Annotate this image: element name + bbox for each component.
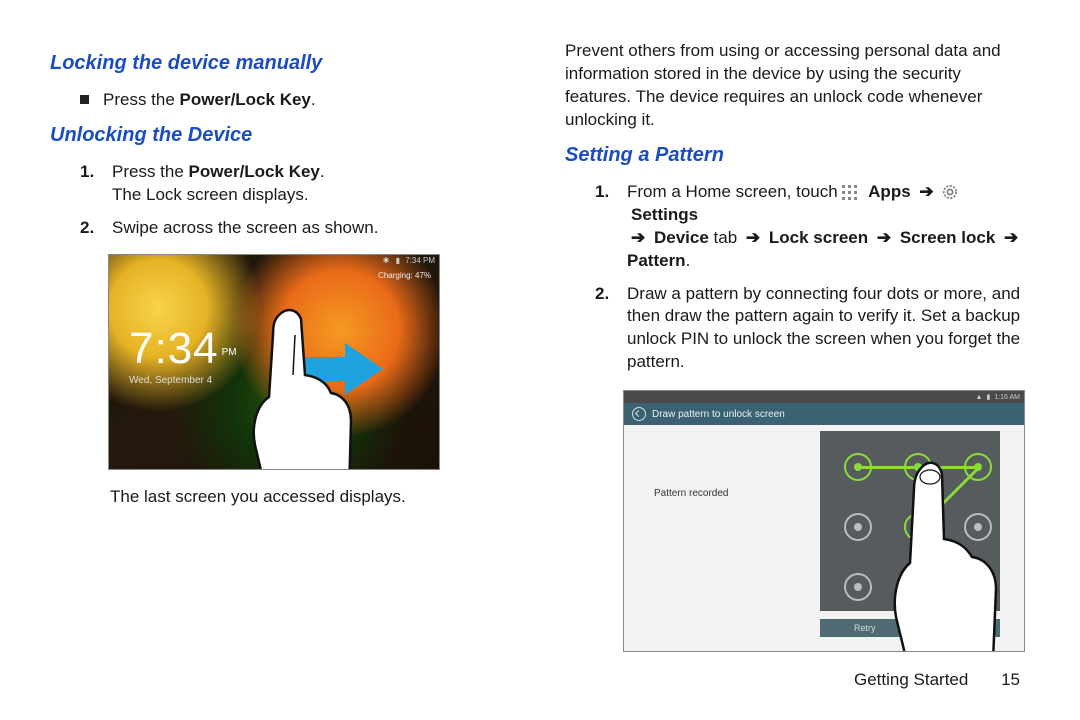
text-fragment: . <box>320 162 325 181</box>
clock-time: 7:34 <box>129 324 219 373</box>
arrow-icon: ➔ <box>1000 228 1022 247</box>
clock-ampm: PM <box>222 347 237 358</box>
right-column: Prevent others from using or accessing p… <box>565 40 1030 660</box>
text-bold: Screen lock <box>900 228 995 247</box>
arrow-icon: ➔ <box>742 228 764 247</box>
text-fragment: From a Home screen, touch <box>627 182 842 201</box>
step-text: Swipe across the screen as shown. <box>112 217 378 240</box>
footer-page-number: 15 <box>1001 670 1020 689</box>
text-fragment: Press the <box>112 162 189 181</box>
text-fragment: . <box>311 90 316 109</box>
heading-unlocking-device: Unlocking the Device <box>50 122 515 149</box>
text-bold: Power/Lock Key <box>189 162 320 181</box>
hand-illustration <box>880 461 1025 652</box>
step-text: Press the Power/Lock Key. The Lock scree… <box>112 161 325 207</box>
step-number: 1. <box>595 181 617 273</box>
battery-icon: ▮ <box>986 393 990 402</box>
status-bar: ▲ ▮ 1:16 AM <box>624 391 1024 403</box>
square-bullet-icon <box>80 95 89 104</box>
bullet-press-power: Press the Power/Lock Key. <box>80 89 515 112</box>
apps-label: Apps <box>868 182 911 201</box>
bullet-text: Press the Power/Lock Key. <box>103 89 316 112</box>
text-bold: Lock screen <box>769 228 868 247</box>
battery-icon: ▮ <box>396 256 400 265</box>
status-time: 7:34 PM <box>405 256 435 265</box>
pattern-header: Draw pattern to unlock screen <box>624 403 1024 425</box>
step-text: From a Home screen, touch Apps ➔ <box>627 181 1030 273</box>
figure-lock-screen-swipe: ✱ ▮ 7:34 PM Charging: 47% 7:34PM Wed, Se… <box>108 254 440 470</box>
figure-pattern-screen: ▲ ▮ 1:16 AM Draw pattern to unlock scree… <box>623 390 1025 652</box>
list-item: 1. Press the Power/Lock Key. The Lock sc… <box>80 161 515 207</box>
header-title: Draw pattern to unlock screen <box>652 408 785 422</box>
text-fragment: Press the <box>103 90 180 109</box>
text-line: The Lock screen displays. <box>112 185 309 204</box>
pattern-dot <box>844 513 872 541</box>
arrow-icon: ➔ <box>873 228 895 247</box>
text-bold: Power/Lock Key <box>180 90 311 109</box>
text-fragment: tab <box>709 228 742 247</box>
footer-section: Getting Started <box>854 670 968 689</box>
heading-locking-manually: Locking the device manually <box>50 50 515 77</box>
apps-grid-icon <box>842 185 857 200</box>
step-number: 2. <box>80 217 102 240</box>
list-item: 2. Swipe across the screen as shown. <box>80 217 515 240</box>
unlock-steps: 1. Press the Power/Lock Key. The Lock sc… <box>80 161 515 240</box>
pattern-steps: 1. From a Home screen, touch Apps ➔ <box>595 181 1030 375</box>
left-column: Locking the device manually Press the Po… <box>50 40 515 660</box>
charging-text: Charging: 47% <box>378 271 431 282</box>
intro-paragraph: Prevent others from using or accessing p… <box>565 40 1030 132</box>
back-icon <box>632 407 646 421</box>
hand-illustration <box>239 305 379 470</box>
pattern-dot <box>844 573 872 601</box>
text-bold: Device <box>654 228 709 247</box>
step-number: 1. <box>80 161 102 207</box>
heading-setting-pattern: Setting a Pattern <box>565 142 1030 169</box>
after-figure-text: The last screen you accessed displays. <box>110 486 515 509</box>
list-item: 1. From a Home screen, touch Apps ➔ <box>595 181 1030 273</box>
text-bold: Pattern <box>627 251 686 270</box>
page-columns: Locking the device manually Press the Po… <box>50 40 1030 660</box>
pattern-recorded-label: Pattern recorded <box>654 487 729 501</box>
bluetooth-icon: ✱ <box>383 256 390 265</box>
status-time: 1:16 AM <box>994 393 1020 402</box>
pattern-dot <box>844 453 872 481</box>
wifi-icon: ▲ <box>976 393 983 402</box>
list-item: 2. Draw a pattern by connecting four dot… <box>595 283 1030 375</box>
text-fragment: . <box>686 251 691 270</box>
step-number: 2. <box>595 283 617 375</box>
lockscreen-clock: 7:34PM Wed, September 4 <box>129 319 237 388</box>
gear-icon <box>942 184 958 200</box>
arrow-icon: ➔ <box>915 182 937 201</box>
settings-label: Settings <box>631 205 698 224</box>
step-text: Draw a pattern by connecting four dots o… <box>627 283 1030 375</box>
page-footer: Getting Started 15 <box>854 669 1020 692</box>
status-bar: ✱ ▮ 7:34 PM <box>379 255 439 271</box>
arrow-icon: ➔ <box>627 228 649 247</box>
